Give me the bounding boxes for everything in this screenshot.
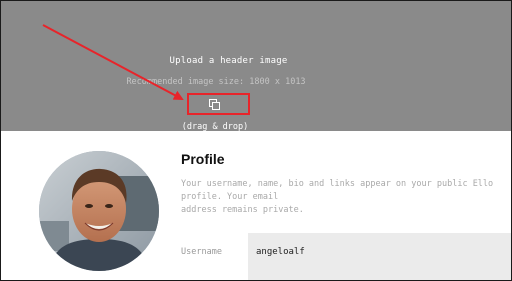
avatar[interactable]: [39, 151, 159, 271]
annotation-arrow: [42, 24, 184, 100]
avatar-photo: [39, 151, 159, 271]
app-frame: Upload a header image Recommended image …: [0, 0, 512, 281]
username-value: angeloalf: [256, 247, 305, 257]
username-label: Username: [181, 247, 222, 257]
profile-heading: Profile: [181, 151, 225, 167]
profile-description: Your username, name, bio and links appea…: [181, 179, 494, 215]
